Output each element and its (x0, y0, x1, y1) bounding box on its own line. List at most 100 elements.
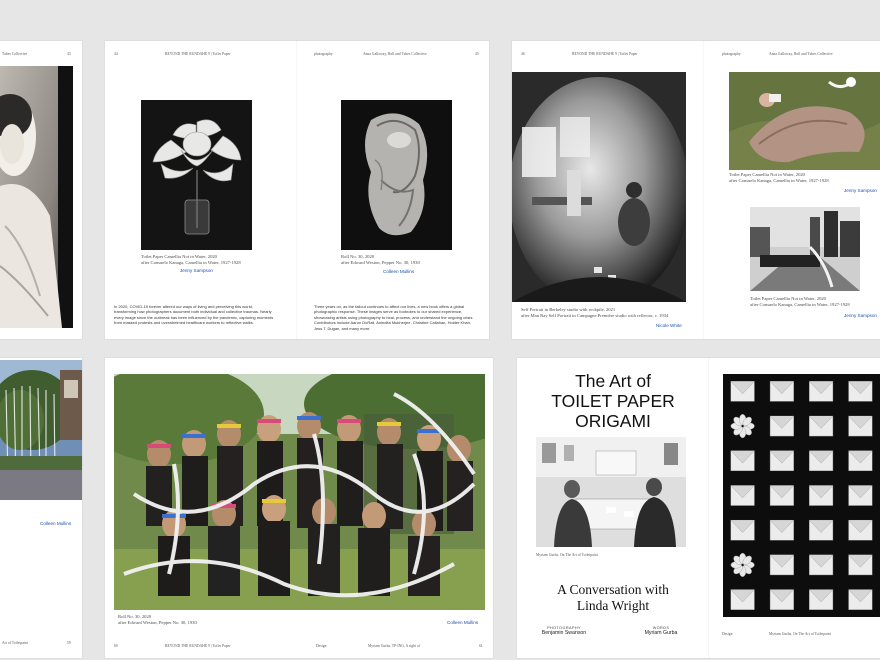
caption-line: after Consuelo Kanaga, Camellia in Water… (750, 302, 850, 308)
spread3-left-page: 46 BEYOND THE RUNDAHE 9 | Toilet Paper S… (512, 41, 704, 339)
spread1-left-page: Tubes Collective 43 (0, 41, 82, 339)
photo-caption: Toilet Paper Camellia Not in Water, 2020… (750, 296, 880, 309)
caption-line: after Edward Weston, Pepper No. 30, 1930 (341, 260, 420, 266)
running-title: BEYOND THE RUNDAHE 9 | Toilet Paper (572, 52, 638, 56)
section-label: photography (314, 52, 333, 56)
photographer-credit: Colleen Mullins (447, 620, 479, 625)
writer-name: Myriam Gurba (644, 630, 678, 636)
photographer-name: Benjamin Swanson (541, 630, 587, 636)
page-number: 61 (479, 644, 483, 648)
article-title: The Art of TOILET PAPER ORIGAMI (517, 371, 709, 431)
photography-credit-block: PHOTOGRAPHY Benjamin Swanson (529, 626, 599, 636)
conversation-heading: A Conversation with Linda Wright (517, 582, 709, 614)
photo-caption: Roll No. 30, 2020 after Edward Weston, P… (341, 254, 471, 267)
page-number: 46 (521, 52, 525, 56)
street-toilet-paper-photo (750, 207, 860, 291)
section-label: photography (722, 52, 741, 56)
words-credit-block: WORDS Myriam Gurba (631, 626, 691, 636)
caption-line: after Man Ray Self Portrait in Campagne … (521, 313, 669, 319)
photo-caption: Myriam Gurba, On The Art of Toiletpaint (536, 553, 598, 557)
fisheye-selfportrait-photo (512, 72, 686, 302)
footer-text: Art of Toiletpaint (2, 641, 28, 645)
caption-line: after Consuelo Kanaga, Camellia in Water… (729, 178, 829, 184)
photo-caption: Toilet Paper Camellia Not in Water, 2020… (141, 254, 271, 267)
running-title: BEYOND THE RUNDAHE 9 | Toilet Paper (165, 644, 231, 648)
origami-fold (730, 450, 755, 472)
photo-caption: Roll No. 30, 2020 after Edward Weston, P… (118, 614, 318, 627)
origami-fold (769, 485, 794, 506)
origami-fold (769, 381, 794, 402)
photo-caption: Toilet Paper Camellia Not in Water, 2020… (729, 172, 879, 185)
running-title: BEYOND THE RUNDAHE 9 | Toilet Paper (165, 52, 231, 56)
origami-fold (809, 450, 834, 472)
section-label: Design (316, 644, 327, 648)
origami-fold (769, 415, 794, 437)
section-label: Design (722, 632, 733, 636)
origami-fold (730, 552, 755, 577)
toilet-paper-roll-photo (341, 100, 452, 250)
origami-fold (769, 450, 794, 472)
group-of-girls-toilet-paper-photo (114, 374, 485, 610)
spread5-page: Roll No. 30, 2020 after Edward Weston, P… (105, 358, 493, 658)
spread4-left-page: Colleen Mullins Art of Toiletpaint 59 (0, 358, 82, 658)
photographer-credit: Jenny Sampson (844, 188, 877, 193)
conversation-line: A Conversation with (557, 582, 669, 597)
photographer-credit: Colleen Mullins (40, 521, 72, 526)
origami-fold (848, 554, 873, 576)
page-number: 44 (114, 52, 118, 56)
caption-line: after Edward Weston, Pepper No. 30, 1930 (118, 620, 197, 626)
woman-lying-in-grass-photo (729, 72, 880, 170)
spread6-left-page: The Art of TOILET PAPER ORIGAMI Myriam G… (517, 358, 709, 658)
origami-fold (730, 485, 755, 506)
running-header: Tubes Collective (2, 52, 28, 56)
title-line: ORIGAMI (575, 411, 651, 431)
origami-fold (848, 589, 873, 610)
spread6-right-page: Design Myriam Gurba, On The Art of Toile… (709, 358, 880, 658)
body-paragraph: In 2020, COVID-19 forever altered our wa… (114, 304, 274, 326)
page-number: 43 (67, 52, 71, 56)
running-title: Myriam Gurba, TP-ING, A right of (368, 644, 421, 648)
body-paragraph: Three years on, as the fallout continues… (314, 304, 474, 331)
origami-fold (730, 519, 755, 541)
origami-fold (809, 554, 834, 576)
origami-fold (809, 519, 834, 541)
page-number: 45 (475, 52, 479, 56)
origami-fold (730, 414, 755, 439)
origami-fold (848, 415, 873, 437)
origami-fold (769, 554, 794, 576)
running-title: Anna Galloway, Roll and Tubes Collective (769, 52, 833, 56)
tree-toilet-paper-photo (0, 360, 82, 500)
photo-caption: Self Portrait in Berkeley studio with ro… (521, 307, 696, 320)
title-line: TOILET PAPER (551, 391, 675, 411)
page-number: 60 (114, 644, 118, 648)
origami-grid-photo (723, 374, 880, 617)
spread2-right-page: photography Anna Galloway, Roll and Tube… (297, 41, 489, 339)
origami-fold (848, 485, 873, 506)
origami-fold (848, 450, 873, 472)
origami-fold (809, 381, 834, 402)
running-title: Anna Galloway, Roll and Tubes Collective (363, 52, 427, 56)
origami-fold (730, 589, 755, 610)
photographer-credit: Colleen Mullins (383, 269, 415, 274)
origami-fold (809, 589, 834, 610)
running-title: Myriam Gurba, On The Art of Toiletpaint (769, 632, 831, 636)
interview-photo (536, 437, 686, 547)
photographer-credit: Nicole White (656, 323, 682, 328)
spread2-left-page: 44 BEYOND THE RUNDAHE 9 | Toilet Paper T… (105, 41, 297, 339)
photographer-credit: Jenny Sampson (844, 313, 877, 318)
spread3-right-page: photography Anna Galloway, Roll and Tube… (704, 41, 880, 339)
origami-fold (848, 519, 873, 541)
camellia-photo (141, 100, 252, 250)
conversation-line: Linda Wright (576, 598, 650, 613)
origami-fold (848, 381, 873, 402)
origami-fold (769, 519, 794, 541)
origami-fold (809, 485, 834, 506)
origami-fold (809, 415, 834, 437)
title-line: The Art of (575, 371, 651, 391)
page-number: 59 (67, 641, 71, 645)
origami-fold (769, 589, 794, 610)
caption-line: after Consuelo Kanaga, Camellia in Water… (141, 260, 241, 266)
origami-fold (730, 381, 755, 402)
photographer-credit: Jenny Sampson (180, 268, 213, 273)
portrait-photo (0, 66, 73, 328)
